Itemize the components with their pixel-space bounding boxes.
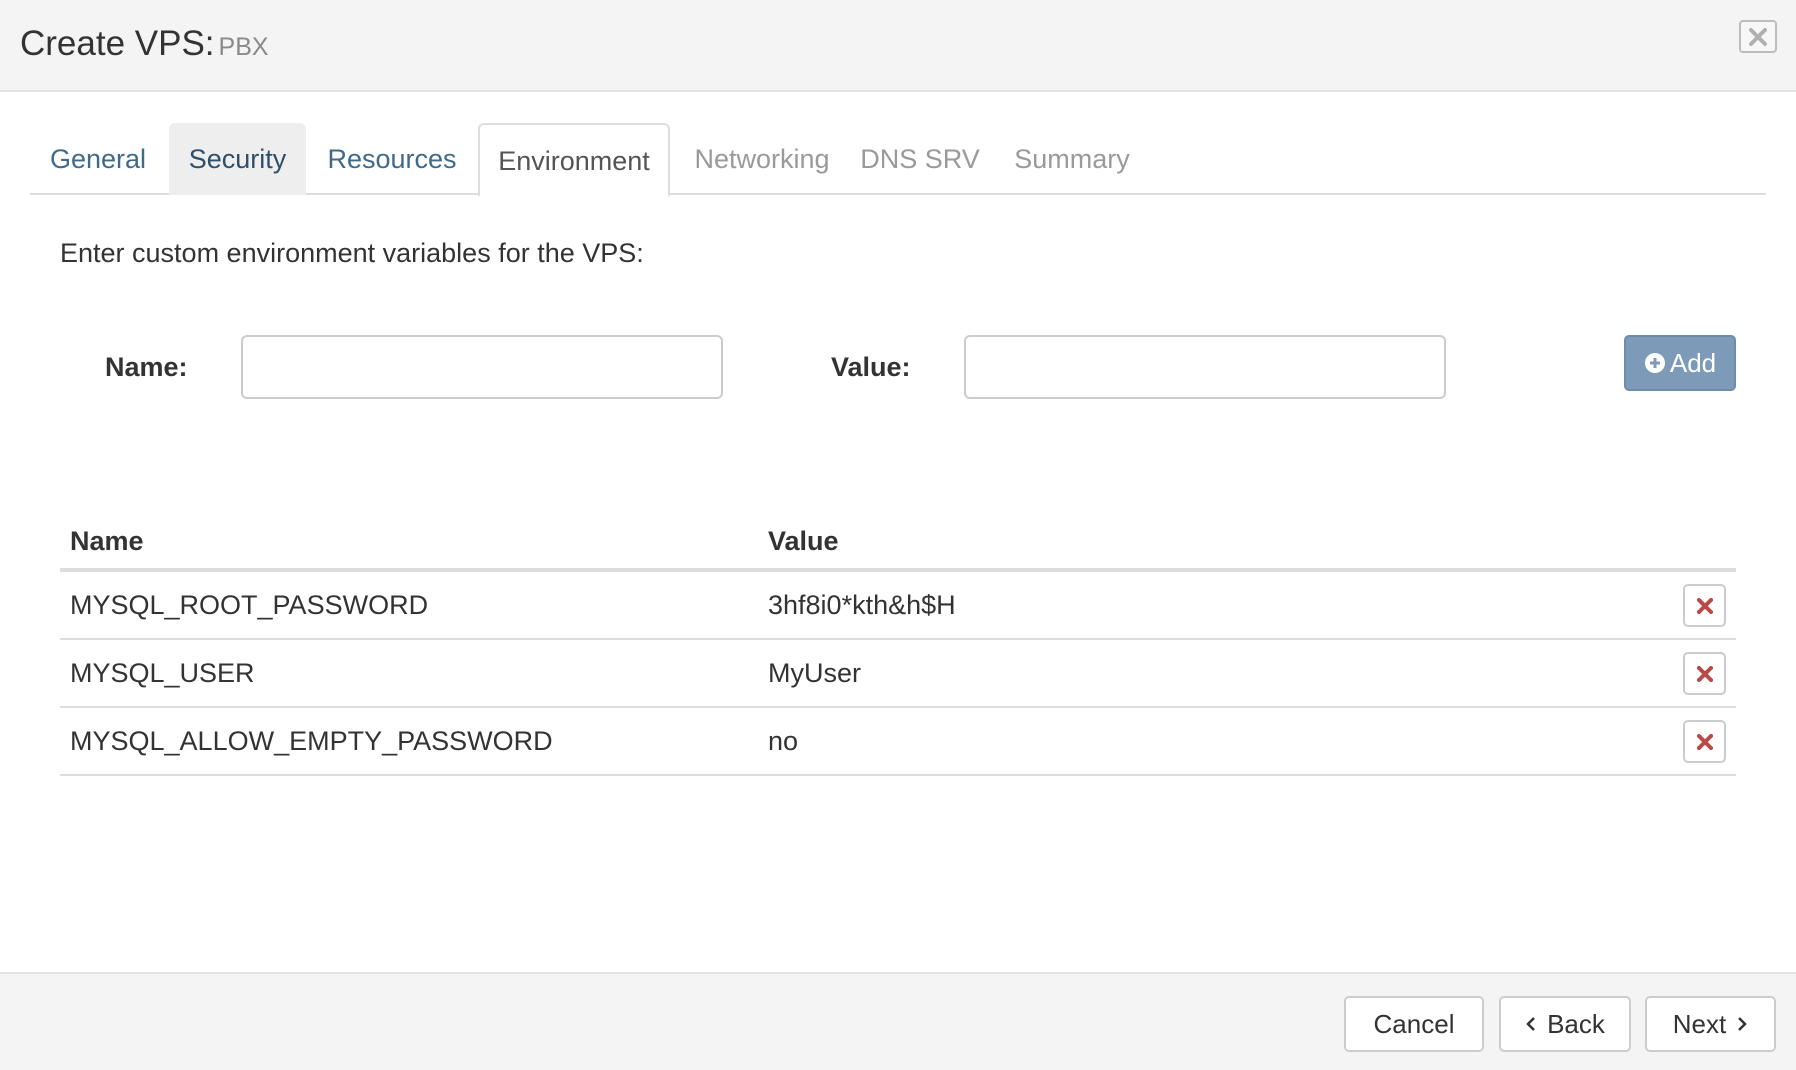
- tab-security[interactable]: Security: [169, 123, 306, 195]
- intro-text: Enter custom environment variables for t…: [60, 238, 644, 268]
- modal-subtitle: PBX: [218, 33, 269, 61]
- close-button[interactable]: [1739, 20, 1777, 53]
- back-button[interactable]: Back: [1499, 996, 1631, 1052]
- plus-circle-icon: [1644, 353, 1665, 373]
- modal-title: Create VPS: PBX: [20, 24, 269, 64]
- column-header-value: Value: [768, 526, 839, 556]
- table-row: MYSQL_ALLOW_EMPTY_PASSWORD no: [60, 708, 1736, 776]
- modal-footer: Cancel Back Next: [0, 972, 1796, 1070]
- name-input[interactable]: [241, 335, 723, 399]
- table-row: MYSQL_ROOT_PASSWORD 3hf8i0*kth&h$H: [60, 572, 1736, 640]
- tab-summary: Summary: [1014, 144, 1130, 174]
- env-name-cell: MYSQL_ROOT_PASSWORD: [70, 590, 429, 620]
- delete-row-button[interactable]: [1683, 584, 1726, 627]
- delete-row-button[interactable]: [1683, 652, 1726, 695]
- env-name-cell: MYSQL_ALLOW_EMPTY_PASSWORD: [70, 726, 553, 756]
- name-label: Name:: [105, 352, 188, 382]
- next-button[interactable]: Next: [1645, 996, 1776, 1052]
- table-row: MYSQL_USER MyUser: [60, 640, 1736, 708]
- cancel-button-label: Cancel: [1373, 1008, 1455, 1039]
- env-value-cell: 3hf8i0*kth&h$H: [768, 590, 956, 620]
- tab-resources[interactable]: Resources: [306, 123, 478, 195]
- add-button[interactable]: Add: [1624, 335, 1736, 391]
- tab-general[interactable]: General: [30, 123, 166, 195]
- tab-dns-srv: DNS SRV: [860, 144, 980, 174]
- chevron-right-icon: [1738, 1017, 1748, 1031]
- wizard-tabs: General Security Resources Environment N…: [30, 123, 1766, 197]
- back-button-label: Back: [1547, 1008, 1605, 1039]
- cancel-button[interactable]: Cancel: [1344, 996, 1484, 1052]
- env-value-cell: no: [768, 726, 799, 756]
- tab-networking: Networking: [694, 144, 830, 174]
- modal-title-text: Create VPS:: [20, 24, 215, 63]
- next-button-label: Next: [1672, 1008, 1727, 1039]
- tab-environment[interactable]: Environment: [478, 123, 670, 197]
- remove-icon: [1696, 665, 1713, 682]
- delete-row-button[interactable]: [1683, 720, 1726, 763]
- close-icon: [1749, 27, 1767, 46]
- chevron-left-icon: [1526, 1017, 1535, 1031]
- remove-icon: [1696, 597, 1713, 614]
- column-header-name: Name: [70, 526, 144, 556]
- modal-header: Create VPS: PBX: [0, 0, 1796, 92]
- env-table-header: Name Value: [60, 510, 1736, 572]
- value-label: Value:: [831, 352, 911, 382]
- remove-icon: [1696, 733, 1713, 750]
- add-button-label: Add: [1669, 347, 1717, 378]
- env-value-cell: MyUser: [768, 658, 861, 688]
- value-input[interactable]: [964, 335, 1446, 399]
- env-name-cell: MYSQL_USER: [70, 658, 255, 688]
